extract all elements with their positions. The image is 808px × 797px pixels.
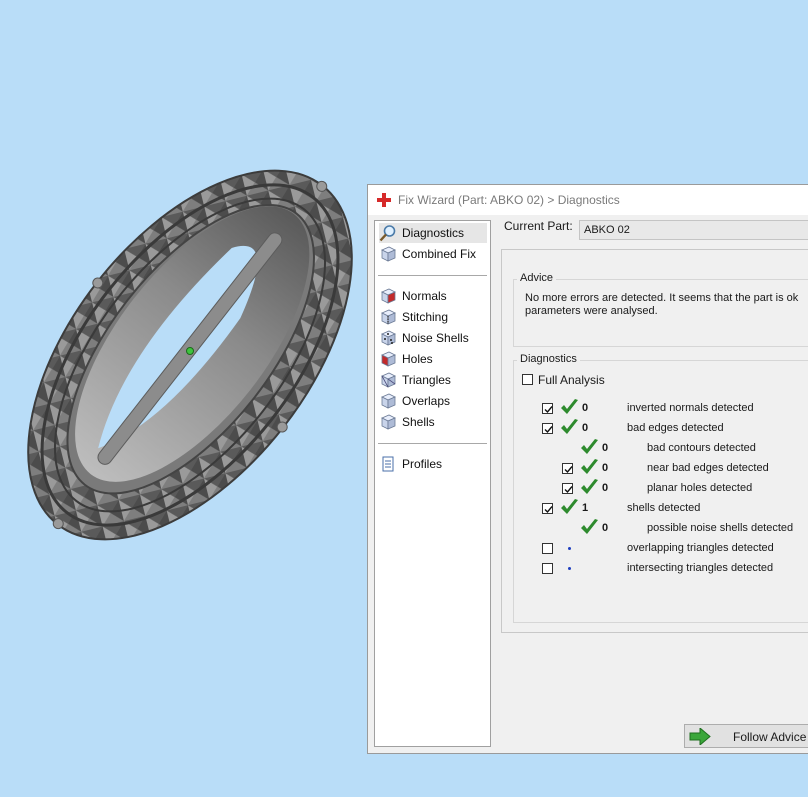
magnifier-icon	[379, 225, 396, 242]
current-part-field[interactable]: ABKO 02	[579, 220, 808, 240]
nav-item-combined-fix[interactable]: Combined Fix	[379, 244, 487, 264]
green-check-icon	[580, 519, 599, 536]
diagnostic-label: planar holes detected	[647, 482, 753, 494]
advice-line-2: parameters were analysed.	[525, 305, 658, 317]
stitching-cube-icon	[381, 309, 396, 325]
green-arrow-right-icon	[689, 728, 711, 745]
pivot-point-marker	[186, 347, 194, 355]
nav-label: Combined Fix	[402, 247, 477, 261]
diagnostic-count: 0	[602, 482, 609, 494]
diagnostic-count: 0	[602, 462, 609, 474]
nav-label: Overlaps	[402, 394, 451, 408]
green-check-icon	[580, 439, 599, 456]
nav-label: Stitching	[402, 310, 449, 324]
diagnostics-title: Diagnostics	[517, 353, 580, 365]
nav-label: Triangles	[402, 373, 451, 387]
diagnostic-checkbox[interactable]	[542, 403, 553, 414]
full-analysis-checkbox[interactable]	[522, 374, 533, 385]
nav-item-diagnostics[interactable]: Diagnostics	[379, 223, 487, 243]
follow-advice-button[interactable]: Follow Advice	[684, 724, 808, 748]
diagnostic-label: overlapping triangles detected	[627, 542, 774, 554]
diagnostic-count: 0	[602, 522, 609, 534]
nav-item-profiles[interactable]: Profiles	[379, 454, 487, 474]
holes-cube-icon	[381, 351, 396, 367]
diagnostic-label: shells detected	[627, 502, 701, 514]
nav-item-triangles[interactable]: Triangles	[379, 370, 487, 390]
diagnostic-label: near bad edges detected	[647, 462, 769, 474]
nav-item-stitching[interactable]: Stitching	[379, 307, 487, 327]
diagnostic-count: 0	[582, 422, 589, 434]
diagnostic-count: 1	[582, 502, 589, 514]
fix-wizard-dialog: Fix Wizard (Part: ABKO 02) > Diagnostics…	[367, 184, 808, 754]
diagnostic-count: 0	[602, 442, 609, 454]
diagnostic-checkbox[interactable]	[562, 483, 573, 494]
nav-item-normals[interactable]: Normals	[379, 286, 487, 306]
nav-item-shells[interactable]: Shells	[379, 412, 487, 432]
nav-label: Diagnostics	[402, 226, 465, 240]
nav-separator	[378, 275, 487, 276]
shells-cube-icon	[381, 414, 396, 430]
nav-item-noise-shells[interactable]: Noise Shells	[379, 328, 487, 348]
normals-cube-icon	[381, 288, 396, 304]
red-cross-icon	[377, 193, 391, 207]
nav-separator	[378, 443, 487, 444]
window-title: Fix Wizard (Part: ABKO 02) > Diagnostics	[398, 193, 620, 207]
pending-dot-icon	[568, 547, 571, 550]
diagnostic-label: possible noise shells detected	[647, 522, 794, 534]
noise-shells-icon	[381, 330, 396, 346]
nav-label: Holes	[402, 352, 433, 366]
diagnostic-checkbox[interactable]	[542, 423, 553, 434]
advice-message: No more errors are detected. It seems th…	[525, 292, 808, 318]
diagnostic-checkbox[interactable]	[542, 563, 553, 574]
current-part-label: Current Part:	[504, 219, 573, 233]
diagnostic-checkbox[interactable]	[542, 503, 553, 514]
pending-dot-icon	[568, 567, 571, 570]
nav-item-overlaps[interactable]: Overlaps	[379, 391, 487, 411]
nav-item-holes[interactable]: Holes	[379, 349, 487, 369]
nav-label: Shells	[402, 415, 435, 429]
full-analysis-label: Full Analysis	[538, 373, 605, 387]
nav-label: Profiles	[402, 457, 443, 471]
diagnostic-checkbox[interactable]	[562, 463, 573, 474]
green-check-icon	[580, 459, 599, 476]
green-check-icon	[560, 499, 579, 516]
green-check-icon	[580, 479, 599, 496]
triangles-cube-icon	[381, 372, 396, 388]
title-bar[interactable]: Fix Wizard (Part: ABKO 02) > Diagnostics	[368, 185, 808, 215]
wizard-nav-list: Diagnostics Combined Fix Normals Stitchi…	[374, 220, 491, 747]
diagnostic-count: 0	[582, 402, 589, 414]
nav-label: Normals	[402, 289, 447, 303]
green-check-icon	[560, 419, 579, 436]
diagnostic-label: bad contours detected	[647, 442, 756, 454]
nav-label: Noise Shells	[402, 331, 469, 345]
document-list-icon	[382, 456, 394, 472]
overlaps-cube-icon	[381, 393, 396, 409]
green-check-icon	[560, 399, 579, 416]
follow-advice-label: Follow Advice	[733, 730, 807, 744]
diagnostic-label: inverted normals detected	[627, 402, 754, 414]
advice-title: Advice	[517, 272, 557, 284]
diagnostic-label: bad edges detected	[627, 422, 724, 434]
diagnostic-label: intersecting triangles detected	[627, 562, 774, 574]
advice-line-1: No more errors are detected. It seems th…	[525, 292, 799, 304]
cube-icon	[381, 246, 396, 262]
diagnostic-checkbox[interactable]	[542, 543, 553, 554]
